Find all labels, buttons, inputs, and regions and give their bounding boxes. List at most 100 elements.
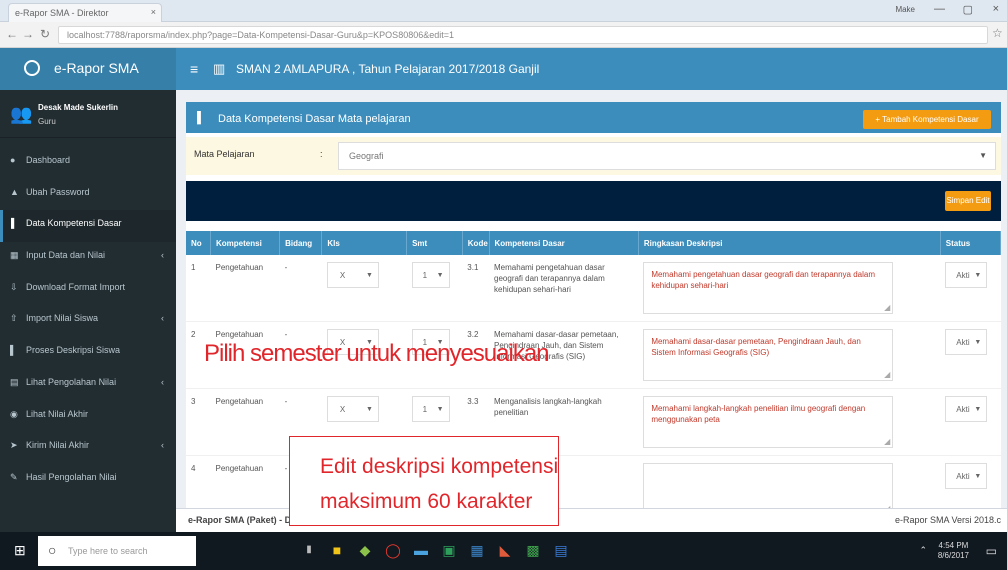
tray-arrow-icon[interactable]: ⌃: [919, 545, 927, 556]
minimize-icon[interactable]: —: [934, 3, 945, 15]
status-select-value: Akti: [956, 405, 970, 414]
table-icon: ▦: [10, 250, 19, 261]
chevron-left-icon: ‹: [161, 376, 164, 387]
semester-cell: 1▼: [406, 255, 463, 322]
browser-tab[interactable]: e-Rapor SMA - Direktor ×: [8, 3, 162, 22]
forward-icon[interactable]: →: [22, 27, 34, 41]
status-select-value: Akti: [956, 472, 970, 481]
chevron-down-icon: ▼: [974, 272, 982, 279]
address-bar[interactable]: localhost:7788/raporsma/index.php?page=D…: [58, 26, 988, 44]
close-window-icon[interactable]: ×: [993, 3, 999, 15]
column-header: Smt: [406, 231, 463, 255]
resize-grip-icon[interactable]: ◢: [884, 436, 890, 447]
chevron-down-icon: ▼: [436, 272, 444, 279]
box-header: ▌ Data Kompetensi Dasar Mata pelajaran +…: [186, 105, 1001, 133]
save-edit-button[interactable]: Simpan Edit: [945, 191, 991, 211]
chevron-down-icon: ▼: [979, 151, 987, 160]
chevron-down-icon: ▼: [365, 272, 373, 279]
mic-icon[interactable]: ▮: [300, 541, 318, 559]
edit-hint-annotation: Edit deskripsi kompetensi maksimum 60 ka…: [289, 436, 559, 526]
spreadsheet-icon[interactable]: ▣: [440, 541, 458, 559]
kd-text-cell: Memahami pengetahuan dasar geografi dan …: [489, 255, 639, 322]
chevron-down-icon: ▼: [974, 406, 982, 413]
status-select[interactable]: Akti ▼: [945, 463, 988, 489]
taskbar-search[interactable]: ○ Type here to search: [38, 536, 196, 566]
sidebar-item-2[interactable]: ▌ Data Kompetensi Dasar: [0, 210, 176, 243]
resize-grip-icon[interactable]: ◢: [884, 369, 890, 380]
opera-icon[interactable]: ◯: [384, 541, 402, 559]
chevron-down-icon: ▼: [436, 406, 444, 413]
chevron-left-icon: ‹: [161, 313, 164, 324]
windows-start-icon[interactable]: ⊞: [14, 542, 26, 559]
excel-icon[interactable]: ▩: [524, 541, 542, 559]
sidebar-item-1[interactable]: ▲ Ubah Password: [0, 179, 176, 211]
app-topbar: e-Rapor SMA ≡ ▥ SMAN 2 AMLAPURA , Tahun …: [0, 48, 1007, 90]
sidebar-item-label: Kirim Nilai Akhir: [26, 440, 90, 451]
semester-select[interactable]: 1▼: [411, 396, 450, 422]
row-number: 1: [186, 255, 211, 322]
column-header: Ringkasan Deskripsi: [638, 231, 941, 255]
kelas-select[interactable]: X▼: [326, 262, 379, 288]
subject-select[interactable]: Geografi ▼: [338, 142, 996, 170]
semester-select-value: 1: [422, 405, 428, 414]
table-header-row: No Kompetensi Bidang Kls Smt Kode Kompetensi D…: [186, 231, 1002, 255]
description-textarea[interactable]: Memahami langkah-langkah penelitian ilmu…: [643, 396, 894, 448]
user-panel: 👥 Desak Made Sukerlin Guru: [0, 90, 176, 138]
sidebar-item-label: Download Format Import: [26, 281, 126, 292]
app-icon[interactable]: ◆: [356, 541, 374, 559]
bidang-cell: -: [279, 255, 322, 322]
sidebar-item-10[interactable]: ✎ Hasil Pengolahan Nilai: [0, 464, 176, 496]
status-cell: Akti ▼: [940, 388, 1001, 456]
home-icon: ●: [10, 155, 16, 165]
tab-close-icon[interactable]: ×: [151, 7, 156, 17]
column-header: Kode: [462, 231, 490, 255]
sidebar-item-0[interactable]: ● Dashboard: [0, 147, 176, 179]
chevron-left-icon: ‹: [161, 250, 164, 261]
eye-icon: ◉: [10, 408, 18, 419]
add-kd-button[interactable]: + Tambah Kompetensi Dasar: [863, 110, 991, 129]
status-select[interactable]: Akti ▼: [945, 329, 988, 355]
sidebar-item-7[interactable]: ▤ Lihat Pengolahan Nilai ‹: [0, 369, 176, 401]
home-folder-icon[interactable]: ■: [328, 541, 346, 559]
search-icon: ○: [48, 542, 57, 558]
description-cell: Memahami pengetahuan dasar geografi dan …: [638, 255, 941, 322]
sidebar-item-8[interactable]: ◉ Lihat Nilai Akhir: [0, 401, 176, 433]
clock-time: 4:54 PM: [938, 541, 969, 550]
explorer-icon[interactable]: ▬: [412, 541, 430, 559]
app-logo[interactable]: e-Rapor SMA: [0, 48, 176, 90]
presentation-icon[interactable]: ◣: [496, 541, 514, 559]
sidebar-toggle-icon[interactable]: ≡: [190, 61, 198, 77]
kelas-select-value: X: [339, 405, 346, 414]
sidebar-item-6[interactable]: ▌ Proses Deskripsi Siswa: [0, 337, 176, 369]
clock-date: 8/6/2017: [937, 551, 969, 560]
description-textarea[interactable]: Memahami pengetahuan dasar geografi dan …: [643, 262, 894, 314]
description-textarea[interactable]: Memahami dasar-dasar pemetaan, Pengindra…: [643, 329, 894, 381]
clock[interactable]: 4:54 PM 8/6/2017: [938, 541, 969, 561]
maximize-icon[interactable]: ▢: [963, 3, 973, 16]
bookmark-star-icon[interactable]: ☆: [992, 26, 1003, 40]
back-icon[interactable]: ←: [6, 27, 18, 41]
status-select[interactable]: Akti ▼: [945, 262, 988, 288]
subject-filter-label: Mata Pelajaran: [194, 149, 255, 159]
resize-grip-icon[interactable]: ◢: [884, 302, 890, 313]
reload-icon[interactable]: ↻: [40, 27, 50, 41]
word-icon[interactable]: ▤: [552, 541, 570, 559]
grid-icon: ▤: [10, 376, 19, 387]
kelas-cell: X▼: [321, 255, 407, 322]
semester-hint-annotation: Pilih semester untuk menyesuaikan: [204, 340, 550, 367]
status-cell: Akti ▼: [940, 321, 1001, 389]
table-row: 1 Pengetahuan - X ▼ 1 ▼ 3.1 Memahami pengetahuan…: [186, 255, 1001, 322]
taskbar-search-placeholder: Type here to search: [68, 546, 148, 556]
sidebar-item-9[interactable]: ➤ Kirim Nilai Akhir ‹: [0, 432, 176, 464]
document-icon[interactable]: ▦: [468, 541, 486, 559]
status-select[interactable]: Akti ▼: [945, 396, 988, 422]
semester-select[interactable]: 1▼: [411, 262, 450, 288]
sidebar-item-5[interactable]: ⇧ Import Nilai Siswa ‹: [0, 305, 176, 337]
sidebar-item-label: Hasil Pengolahan Nilai: [26, 471, 117, 482]
user-name: Desak Made Sukerlin: [38, 103, 119, 112]
sidebar-item-label: Import Nilai Siswa: [26, 313, 99, 324]
kelas-select[interactable]: X▼: [326, 396, 379, 422]
sidebar-item-3[interactable]: ▦ Input Data dan Nilai ‹: [0, 242, 176, 274]
notification-icon[interactable]: ▭: [986, 544, 997, 558]
sidebar-item-4[interactable]: ⇩ Download Format Import: [0, 274, 176, 306]
